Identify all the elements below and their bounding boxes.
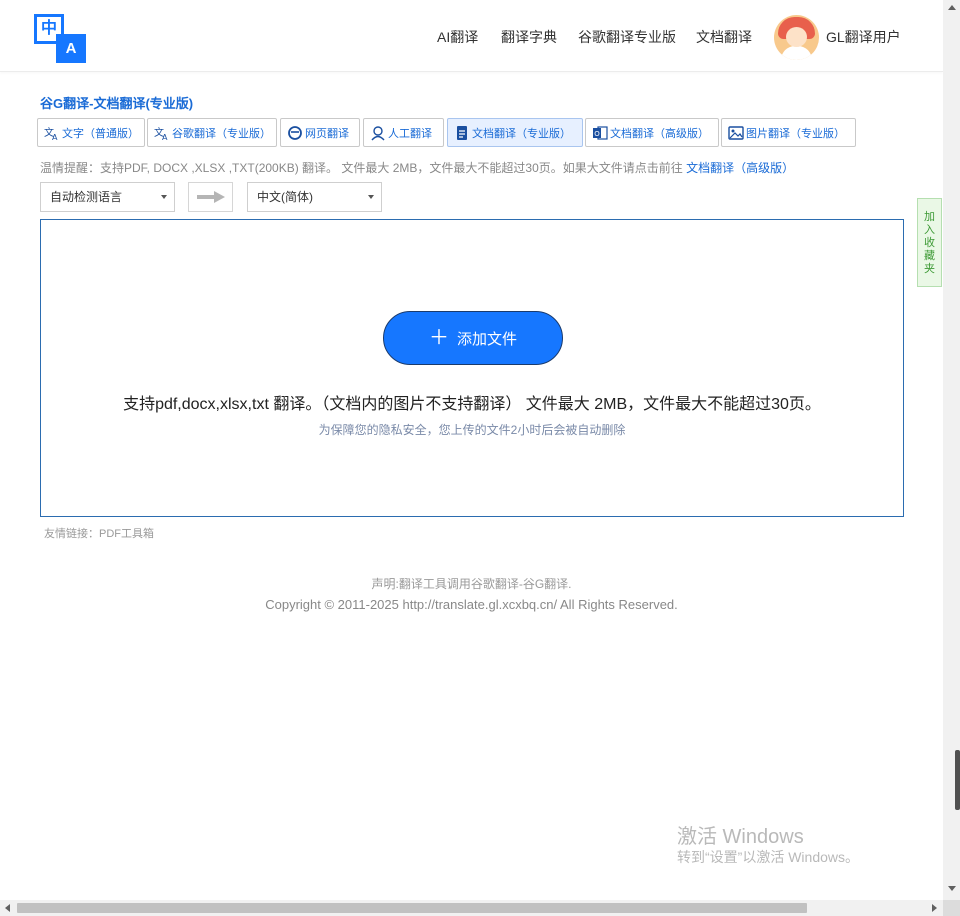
nav-translate-dictionary[interactable]: 翻译字典 — [501, 27, 557, 47]
footer-disclaimer: 声明:翻译工具调用谷歌翻译-谷G翻译. — [371, 577, 572, 591]
target-language-select[interactable]: 中文(简体) — [247, 182, 382, 212]
svg-text:A: A — [52, 133, 58, 141]
human-translator-icon — [370, 125, 386, 141]
nav-google-translate-pro[interactable]: 谷歌翻译专业版 — [578, 27, 676, 47]
vertical-scrollbar[interactable] — [943, 0, 960, 900]
horizontal-scrollbar[interactable] — [0, 900, 943, 916]
scroll-down-icon[interactable] — [948, 886, 956, 891]
windows-activation-hint: 转到“设置”以激活 Windows。 — [677, 849, 860, 865]
svg-text:O: O — [594, 130, 600, 138]
tab-human-translate[interactable]: 人工翻译 — [363, 118, 444, 147]
tab-label: 谷歌翻译（专业版） — [172, 127, 271, 140]
supported-formats-text: 支持pdf,docx,xlsx,txt 翻译。（文档内的图片不支持翻译） 文件最… — [123, 396, 821, 413]
user-avatar[interactable] — [774, 15, 819, 60]
add-file-label: 添加文件 — [456, 330, 517, 348]
plus-icon: ＋ — [428, 327, 449, 349]
notice-body: 温情提醒：支持PDF, DOCX ,XLSX ,TXT(200KB) 翻译。 文… — [40, 161, 687, 175]
translate-icon: 文A — [154, 125, 170, 141]
chevron-down-icon — [161, 195, 167, 199]
nav-document-translate[interactable]: 文档翻译 — [696, 27, 752, 47]
tab-google-pro[interactable]: 文A 谷歌翻译（专业版） — [147, 118, 277, 147]
target-language-value: 中文(简体) — [257, 190, 313, 204]
notice-advanced-link[interactable]: 文档翻译（高级版） — [686, 161, 794, 175]
web-page-icon — [287, 125, 303, 141]
add-bookmark-tab[interactable]: 加入收藏夹 — [917, 198, 942, 287]
tab-label: 网页翻译 — [305, 127, 349, 140]
source-language-value: 自动检测语言 — [50, 190, 123, 204]
add-file-button[interactable]: ＋ 添加文件 — [383, 311, 563, 365]
site-header: 中 A AI翻译 翻译字典 谷歌翻译专业版 文档翻译 GL翻译用户 — [0, 0, 943, 72]
site-logo[interactable]: 中 A — [34, 14, 86, 64]
bookmark-label: 加入收藏夹 — [924, 211, 935, 275]
tab-web-page[interactable]: 网页翻译 — [280, 118, 360, 147]
page-title: 谷G翻译-文档翻译(专业版) — [40, 96, 194, 111]
tab-label: 文档翻译（专业版） — [472, 127, 571, 140]
image-icon — [728, 125, 744, 141]
tab-image-pro[interactable]: 图片翻译（专业版） — [721, 118, 856, 147]
windows-activation-title: 激活 Windows — [677, 826, 804, 848]
scroll-left-icon[interactable] — [5, 904, 10, 912]
scroll-right-icon[interactable] — [932, 904, 937, 912]
tab-document-pro[interactable]: 文档翻译（专业版） — [447, 118, 583, 147]
username[interactable]: GL翻译用户 — [826, 27, 901, 47]
tab-document-advanced[interactable]: O 文档翻译（高级版） — [585, 118, 719, 147]
tab-text-basic[interactable]: 文A 文字（普通版） — [37, 118, 145, 147]
document-icon — [454, 125, 470, 141]
logo-latin-glyph: A — [56, 34, 86, 63]
footer-copyright: Copyright © 2011-2025 http://translate.g… — [265, 597, 678, 612]
scrollbar-corner — [943, 900, 960, 916]
tab-label: 文字（普通版） — [62, 127, 139, 140]
office-document-icon: O — [592, 125, 608, 141]
chevron-down-icon — [368, 195, 374, 199]
vertical-scroll-thumb[interactable] — [955, 750, 960, 810]
swap-languages-button[interactable] — [188, 182, 233, 212]
source-language-select[interactable]: 自动检测语言 — [40, 182, 175, 212]
nav-ai-translate[interactable]: AI翻译 — [437, 27, 478, 47]
friend-links[interactable]: 友情链接：PDF工具箱 — [44, 525, 154, 541]
notice-text: 温情提醒：支持PDF, DOCX ,XLSX ,TXT(200KB) 翻译。 文… — [40, 159, 794, 176]
arrow-right-icon — [196, 191, 225, 203]
translate-icon: 文A — [44, 125, 60, 141]
scroll-up-icon[interactable] — [948, 5, 956, 10]
file-drop-zone[interactable]: ＋ 添加文件 支持pdf,docx,xlsx,txt 翻译。（文档内的图片不支持… — [40, 219, 904, 517]
privacy-text: 为保障您的隐私安全，您上传的文件2小时后会被自动删除 — [318, 423, 626, 437]
tab-label: 人工翻译 — [388, 127, 432, 140]
horizontal-scroll-thumb[interactable] — [17, 903, 807, 913]
tab-label: 文档翻译（高级版） — [610, 127, 709, 140]
svg-text:A: A — [162, 133, 168, 141]
tab-label: 图片翻译（专业版） — [746, 127, 845, 140]
